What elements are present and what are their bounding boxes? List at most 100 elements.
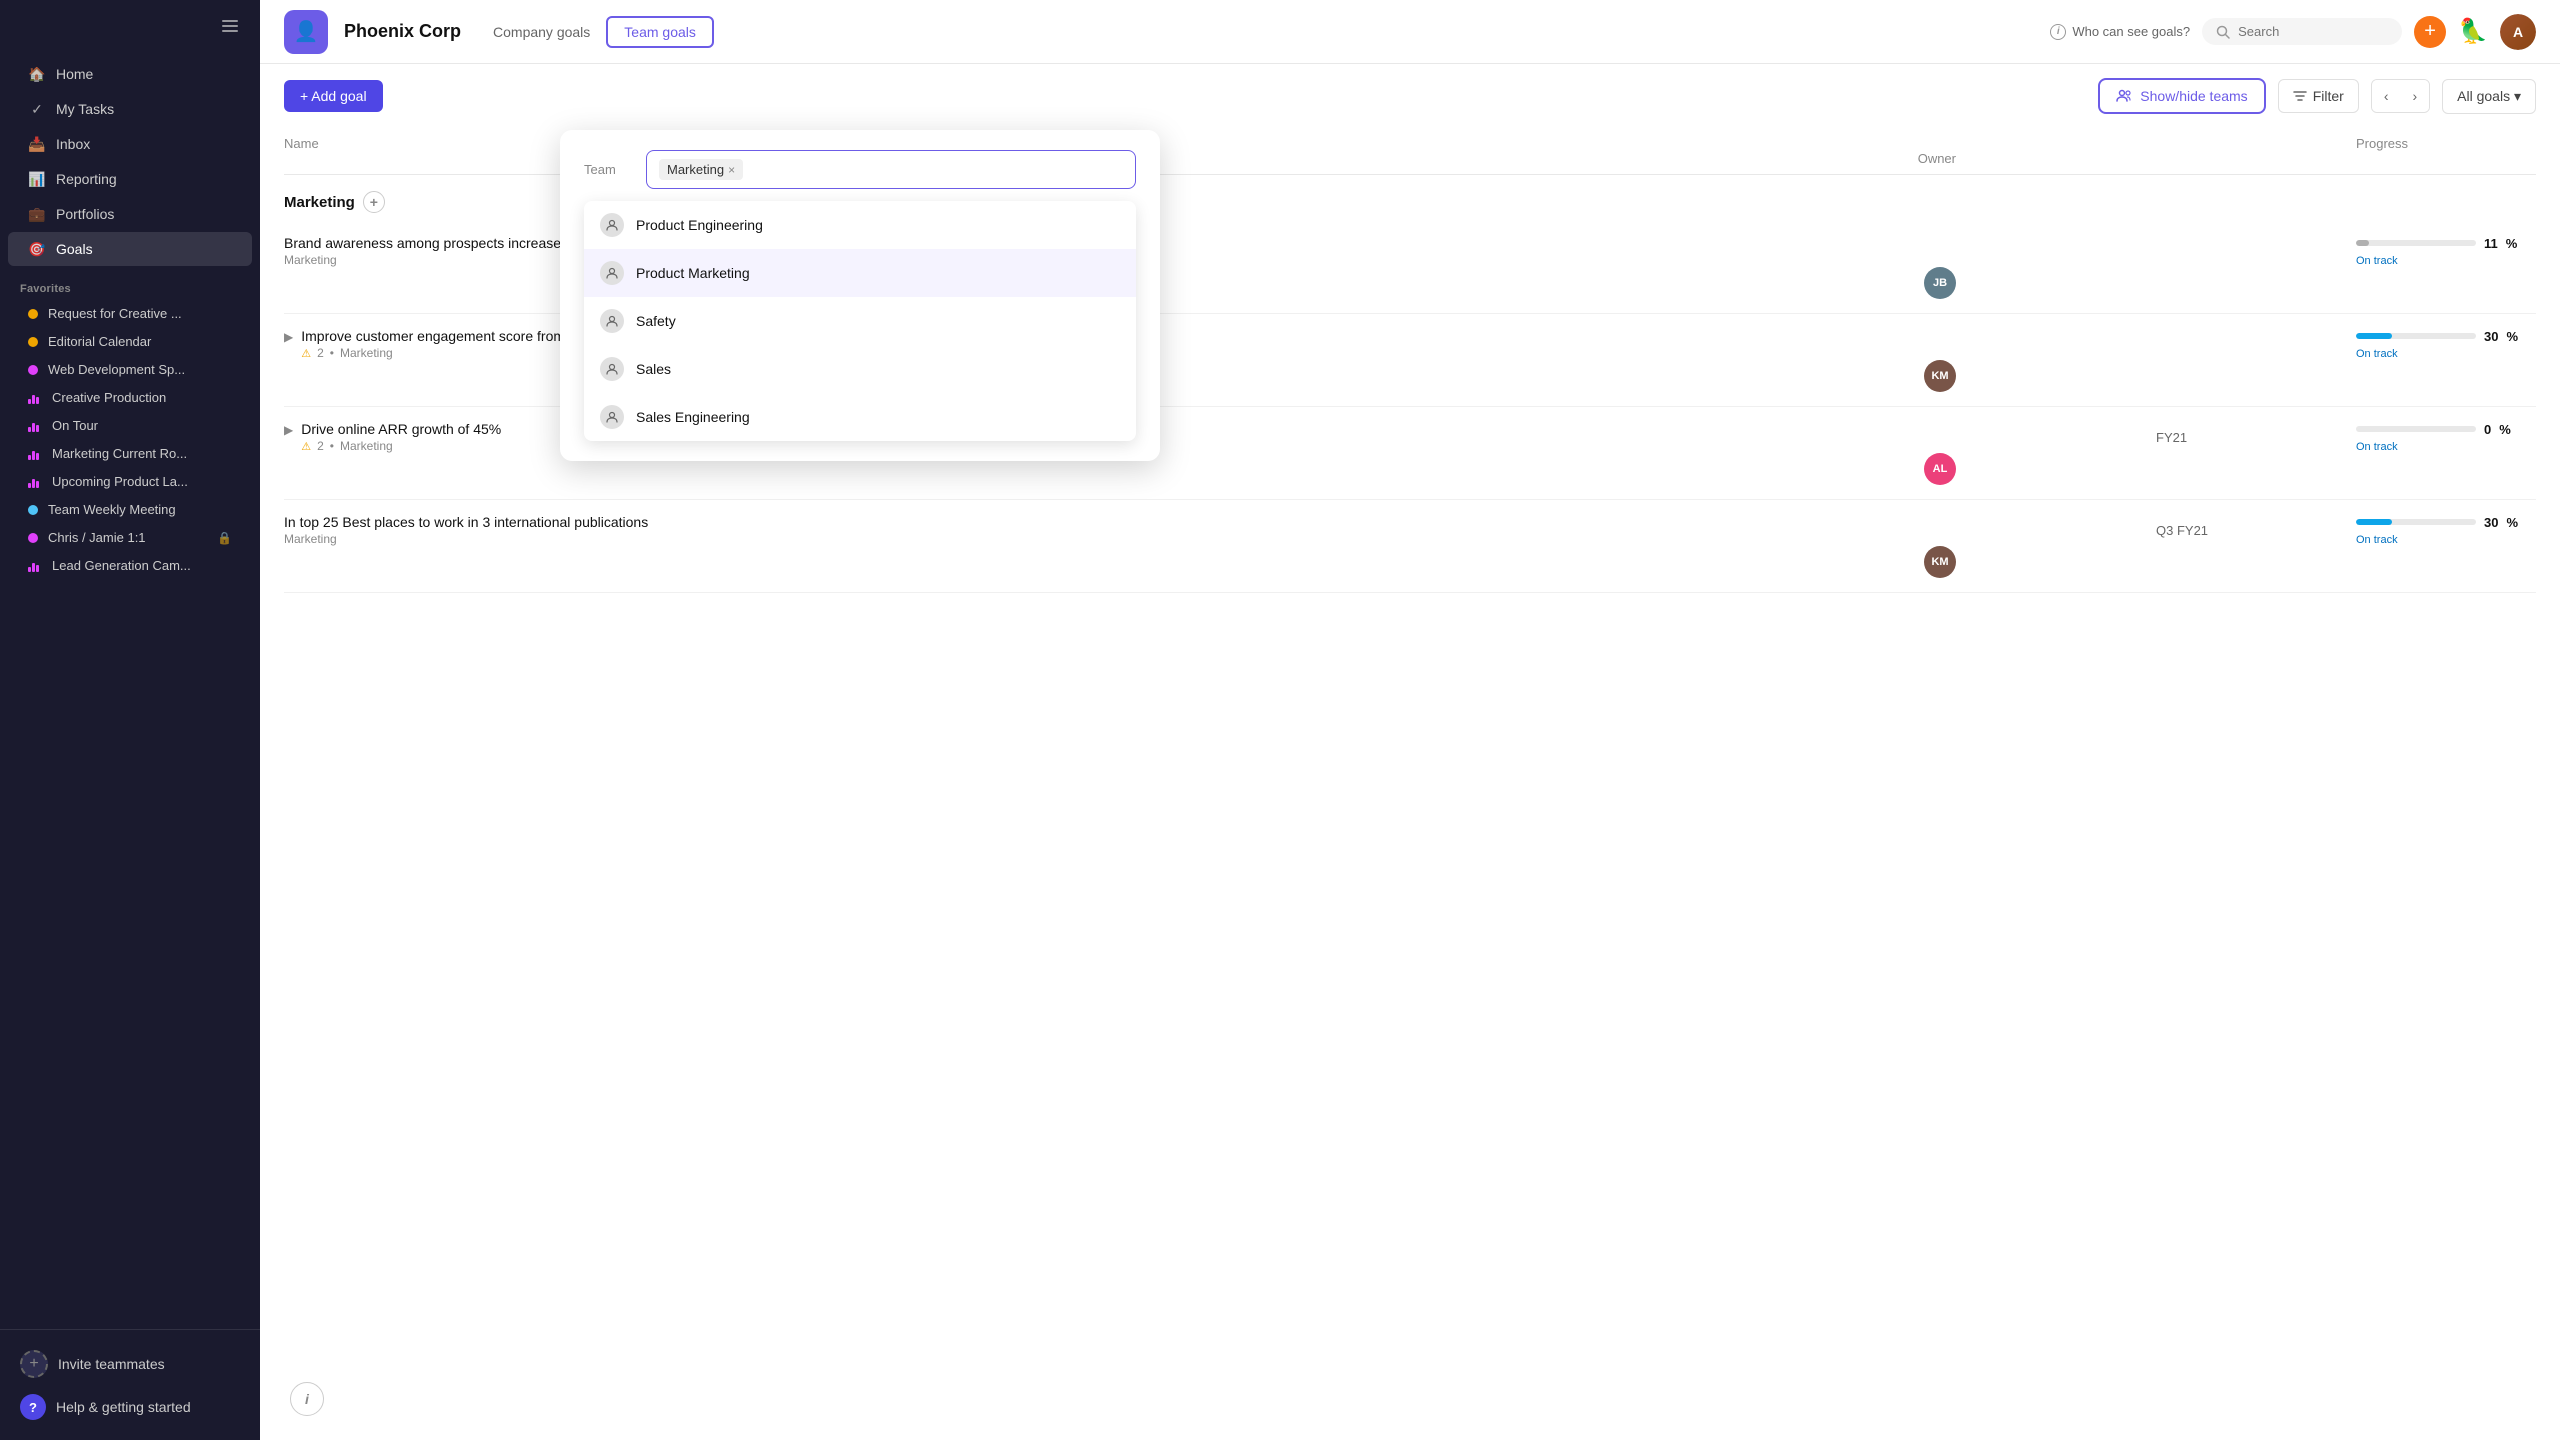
next-arrow-button[interactable]: ›: [2400, 80, 2429, 112]
briefcase-icon: 💼: [28, 205, 46, 223]
inbox-icon: 📥: [28, 135, 46, 153]
prev-arrow-button[interactable]: ‹: [2372, 80, 2401, 112]
sidebar-item-reporting[interactable]: 📊 Reporting: [8, 162, 252, 196]
sidebar-item-lead-generation[interactable]: Lead Generation Cam...: [8, 552, 252, 579]
company-logo[interactable]: 👤: [284, 10, 328, 54]
invite-teammates-button[interactable]: + Invite teammates: [0, 1342, 260, 1386]
company-name: Phoenix Corp: [344, 21, 461, 42]
chevron-right-icon[interactable]: ▶: [284, 423, 293, 437]
table-row: In top 25 Best places to work in 3 inter…: [284, 500, 2536, 593]
search-input[interactable]: [2238, 24, 2378, 39]
team-icon: [2116, 88, 2132, 104]
sidebar-item-marketing-current[interactable]: Marketing Current Ro...: [8, 440, 252, 467]
team-avatar-icon: [600, 405, 624, 429]
logo-icon: 👤: [294, 19, 319, 44]
dot-icon: [28, 533, 38, 543]
section-add-button[interactable]: +: [363, 191, 385, 213]
dropdown-option-safety[interactable]: Safety: [584, 297, 1136, 345]
progress-bar: [2356, 519, 2392, 525]
chevron-right-icon[interactable]: ▶: [284, 330, 293, 344]
team-label: Team: [584, 162, 634, 177]
sidebar-item-creative-production[interactable]: Creative Production: [8, 384, 252, 411]
header: 👤 Phoenix Corp Company goals Team goals …: [260, 0, 2560, 64]
search-icon: [2216, 25, 2230, 39]
help-getting-started-button[interactable]: ? Help & getting started: [0, 1386, 260, 1428]
info-button[interactable]: i: [290, 1382, 324, 1416]
team-search-input[interactable]: [751, 162, 1123, 177]
sidebar-item-inbox[interactable]: 📥 Inbox: [8, 127, 252, 161]
warning-icon: ⚠: [301, 347, 311, 360]
sidebar-item-on-tour[interactable]: On Tour: [8, 412, 252, 439]
help-icon: ?: [20, 1394, 46, 1420]
filter-icon: [2293, 89, 2307, 103]
dot-icon: [28, 505, 38, 515]
progress-cell: 0% On track: [2356, 422, 2536, 453]
header-right: i Who can see goals? + 🦜 A: [2050, 14, 2536, 50]
owner-cell: KM: [284, 546, 1956, 578]
lock-icon: 🔒: [217, 531, 232, 545]
sidebar-toggle[interactable]: [0, 0, 260, 52]
user-avatar[interactable]: A: [2500, 14, 2536, 50]
bar-chart-icon: [28, 476, 42, 488]
goals-icon: 🎯: [28, 240, 46, 258]
bar-chart-icon: [28, 448, 42, 460]
all-goals-select[interactable]: All goals ▾: [2442, 79, 2536, 114]
sidebar-item-my-tasks[interactable]: ✓ My Tasks: [8, 92, 252, 126]
team-avatar-icon: [600, 213, 624, 237]
dropdown-option-product-engineering[interactable]: Product Engineering: [584, 201, 1136, 249]
sidebar-item-request-creative[interactable]: Request for Creative ...: [8, 300, 252, 327]
search-box[interactable]: [2202, 18, 2402, 45]
favorites-label: Favorites: [0, 271, 260, 299]
info-icon: i: [2050, 24, 2066, 40]
progress-cell: 30% On track: [2356, 515, 2536, 546]
who-can-see-button[interactable]: i Who can see goals?: [2050, 24, 2190, 40]
sidebar-item-web-development[interactable]: Web Development Sp...: [8, 356, 252, 383]
sidebar-item-portfolios[interactable]: 💼 Portfolios: [8, 197, 252, 231]
sidebar-item-home[interactable]: 🏠 Home: [8, 57, 252, 91]
chart-bar-icon: 📊: [28, 170, 46, 188]
team-avatar-icon: [600, 309, 624, 333]
show-hide-dropdown: Team Marketing × Product Engineering Pro…: [560, 130, 1160, 461]
avatar: KM: [1924, 546, 1956, 578]
invite-icon: +: [20, 1350, 48, 1378]
team-avatar-icon: [600, 357, 624, 381]
tab-team-goals[interactable]: Team goals: [606, 16, 714, 48]
sidebar-item-editorial-calendar[interactable]: Editorial Calendar: [8, 328, 252, 355]
dot-icon: [28, 309, 38, 319]
sidebar-nav: 🏠 Home ✓ My Tasks 📥 Inbox 📊 Reporting 💼 …: [0, 52, 260, 271]
bar-chart-icon: [28, 560, 42, 572]
progress-bar: [2356, 240, 2369, 246]
navigation-arrows: ‹ ›: [2371, 79, 2430, 113]
check-circle-icon: ✓: [28, 100, 46, 118]
tab-company-goals[interactable]: Company goals: [477, 18, 606, 46]
filter-button[interactable]: Filter: [2278, 79, 2359, 113]
remove-tag-button[interactable]: ×: [728, 163, 735, 177]
dropdown-list: Product Engineering Product Marketing Sa…: [584, 201, 1136, 441]
add-goal-button[interactable]: + Add goal: [284, 80, 383, 112]
avatar: JB: [1924, 267, 1956, 299]
dropdown-option-product-marketing[interactable]: Product Marketing: [584, 249, 1136, 297]
dropdown-team-row: Team Marketing ×: [584, 150, 1136, 189]
add-button[interactable]: +: [2414, 16, 2446, 48]
header-tabs: Company goals Team goals: [477, 16, 714, 48]
sidebar-item-upcoming-product[interactable]: Upcoming Product La...: [8, 468, 252, 495]
sidebar-item-chris-jamie[interactable]: Chris / Jamie 1:1 🔒: [8, 524, 252, 551]
show-hide-teams-button[interactable]: Show/hide teams: [2098, 78, 2265, 114]
section-title: Marketing: [284, 194, 355, 211]
dropdown-option-sales[interactable]: Sales: [584, 345, 1136, 393]
home-icon: 🏠: [28, 65, 46, 83]
sidebar-item-team-weekly[interactable]: Team Weekly Meeting: [8, 496, 252, 523]
favorites-list: Request for Creative ... Editorial Calen…: [0, 299, 260, 580]
team-search-box[interactable]: Marketing ×: [646, 150, 1136, 189]
dropdown-option-sales-engineering[interactable]: Sales Engineering: [584, 393, 1136, 441]
bird-icon[interactable]: 🦜: [2458, 17, 2488, 46]
bar-chart-icon: [28, 392, 42, 404]
sidebar-item-goals[interactable]: 🎯 Goals: [8, 232, 252, 266]
avatar: KM: [1924, 360, 1956, 392]
progress-cell: 30% On track: [2356, 329, 2536, 360]
progress-cell: 11% On track: [2356, 236, 2536, 267]
sidebar-bottom: + Invite teammates ? Help & getting star…: [0, 1329, 260, 1440]
warning-icon: ⚠: [301, 440, 311, 453]
progress-bar: [2356, 333, 2392, 339]
header-title-group: Phoenix Corp: [344, 21, 461, 42]
